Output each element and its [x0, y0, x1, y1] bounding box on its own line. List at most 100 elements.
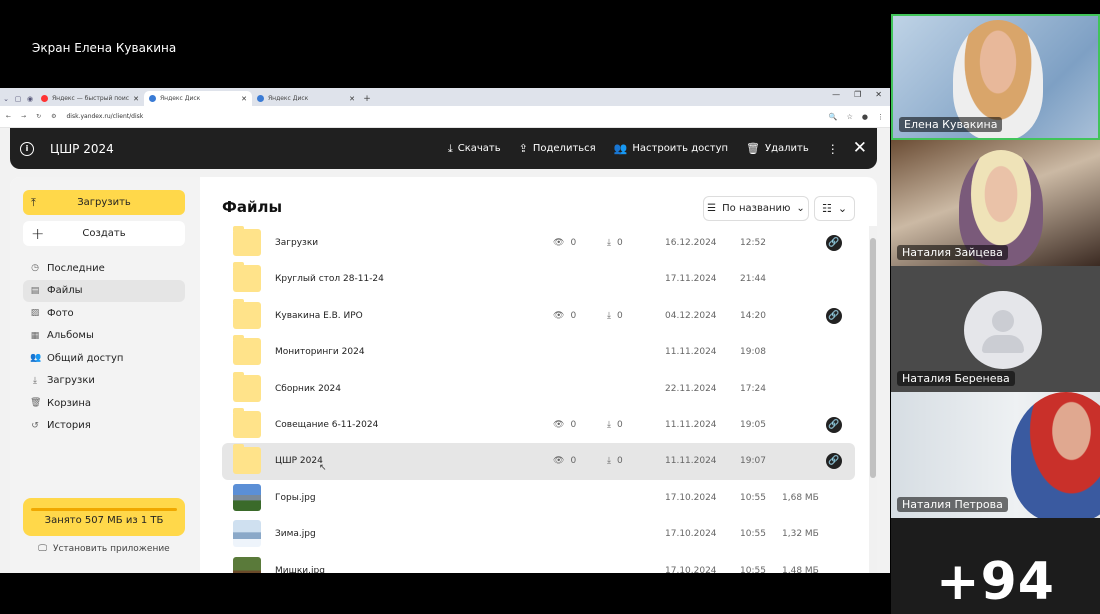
file-time: 10:55 — [740, 529, 766, 540]
more-participants-tile[interactable]: +94 — [891, 518, 1100, 614]
disk-favicon-icon — [149, 95, 156, 102]
upload-button[interactable]: ⤒ Загрузить — [23, 190, 185, 215]
file-name[interactable]: Зима.jpg — [275, 529, 316, 539]
file-name[interactable]: Совещание 6-11-2024 — [275, 420, 378, 430]
file-name[interactable]: Кувакина Е.В. ИРО — [275, 311, 363, 321]
install-app-link[interactable]: 🖵 Установить приложение — [23, 544, 185, 554]
address-bar: ← → ↻ ⚙ disk.yandex.ru/client/disk 🔍 ☆ ●… — [0, 106, 890, 128]
back-icon[interactable]: ← — [6, 113, 11, 120]
sidebar-item-shared[interactable]: 👥 Общий доступ — [23, 347, 185, 370]
tab-menu-icon[interactable]: ⌄ — [0, 92, 12, 106]
public-link-icon[interactable]: 🔗 — [826, 307, 842, 324]
close-icon[interactable]: ✕ — [853, 140, 867, 157]
albums-icon: ▦ — [30, 330, 40, 341]
file-name[interactable]: Сборник 2024 — [275, 384, 341, 394]
scrollbar[interactable] — [869, 226, 877, 573]
bookmark-star-icon[interactable]: ☆ — [847, 113, 853, 121]
sidebar-item-downloads[interactable]: ⤓ Загрузки — [23, 370, 185, 393]
download-button[interactable]: ⤓ Скачать — [448, 142, 501, 156]
file-time: 12:52 — [740, 238, 766, 248]
delete-button[interactable]: 🗑 Удалить — [746, 142, 809, 155]
mouse-cursor-icon: ↖ — [319, 463, 327, 474]
plus-icon: + — [31, 224, 45, 243]
file-name[interactable]: ЦШР 2024 — [275, 456, 323, 466]
zoom-icon[interactable]: 🔍 — [829, 113, 838, 121]
table-row[interactable]: ЦШР 2024 👁 0 ⤓ 0 11.11.2024 19:07 🔗 ↖ — [222, 443, 855, 480]
file-time: 19:05 — [740, 419, 766, 430]
table-row[interactable]: Зима.jpg 17.10.2024 10:55 1,32 МБ — [222, 516, 855, 552]
access-settings-button[interactable]: 👥 Настроить доступ — [614, 142, 728, 155]
minimize-icon[interactable]: — — [832, 90, 840, 99]
share-button[interactable]: ⇪ Поделиться — [519, 142, 596, 155]
file-time: 10:55 — [740, 492, 766, 503]
browser-tab-bar: ⌄ ▢ ◉ Яндекс — быстрый поиск в и... ✕ Ян… — [0, 88, 890, 106]
folder-icon — [233, 226, 261, 256]
pinned-tab-icon[interactable]: ◉ — [24, 92, 36, 106]
file-date: 11.11.2024 — [665, 347, 717, 358]
close-window-icon[interactable]: ✕ — [875, 90, 882, 99]
file-name[interactable]: Мишки.jpg — [275, 566, 325, 573]
download-count: ⤓ 0 — [607, 419, 623, 430]
file-name[interactable]: Круглый стол 28-11-24 — [275, 274, 384, 284]
view-mode-dropdown[interactable]: ☷ ⌄ — [814, 196, 855, 221]
table-row[interactable]: Загрузки 👁 0 ⤓ 0 16.12.2024 12:52 🔗 — [222, 225, 855, 261]
close-tab-icon[interactable]: ✕ — [241, 95, 247, 103]
participant-tile[interactable]: Наталия Беренева — [891, 266, 1100, 392]
url-field[interactable]: disk.yandex.ru/client/disk — [66, 113, 818, 120]
pinned-tab-icon[interactable]: ▢ — [12, 92, 24, 106]
storage-quota[interactable]: Занято 507 МБ из 1 ТБ — [23, 498, 185, 536]
sidebar-item-trash[interactable]: 🗑 Корзина — [23, 392, 185, 415]
view-count: 👁 0 — [553, 419, 577, 430]
sidebar-item-files[interactable]: ▤ Файлы — [23, 279, 185, 302]
file-name[interactable]: Загрузки — [275, 238, 318, 248]
reload-icon[interactable]: ↻ — [36, 113, 41, 120]
chevron-down-icon: ⌄ — [837, 202, 848, 215]
sidebar-item-photo[interactable]: ▨ Фото — [23, 302, 185, 325]
table-row[interactable]: Мониторинги 2024 11.11.2024 19:08 — [222, 334, 855, 370]
site-info-icon[interactable]: ⚙ — [51, 113, 56, 120]
download-icon: ⤓ — [607, 419, 611, 430]
sidebar-item-albums[interactable]: ▦ Альбомы — [23, 325, 185, 348]
browser-tab-active[interactable]: Яндекс Диск ✕ — [144, 91, 252, 106]
more-menu-icon[interactable]: ⋮ — [827, 142, 839, 156]
file-name[interactable]: Мониторинги 2024 — [275, 347, 365, 357]
more-participants-count: +94 — [936, 552, 1055, 612]
browser-tab[interactable]: Яндекс Диск ✕ — [252, 91, 360, 106]
scrollbar-thumb[interactable] — [870, 238, 876, 478]
sort-dropdown[interactable]: ☰ По названию ⌄ — [703, 196, 809, 221]
chevron-down-icon: ⌄ — [796, 203, 805, 214]
table-row[interactable]: Кувакина Е.В. ИРО 👁 0 ⤓ 0 04.12.2024 14:20 🔗 — [222, 298, 855, 334]
clock-icon: ◷ — [31, 263, 39, 274]
download-icon: ⤓ — [33, 375, 37, 386]
file-name[interactable]: Горы.jpg — [275, 493, 316, 503]
participant-tile[interactable]: Елена Кувакина — [891, 14, 1100, 140]
window-controls: — ❐ ✕ — [832, 90, 882, 99]
sidebar-item-history[interactable]: ↺ История — [23, 415, 185, 438]
participant-tile[interactable]: Наталия Зайцева — [891, 140, 1100, 266]
browser-menu-icon[interactable]: ⋮ — [877, 113, 884, 121]
table-row[interactable]: Круглый стол 28-11-24 17.11.2024 21:44 — [222, 261, 855, 297]
participant-tile[interactable]: Наталия Петрова — [891, 392, 1100, 518]
table-row[interactable]: Мишки.jpg 17.10.2024 10:55 1,48 МБ — [222, 553, 855, 573]
table-row[interactable]: Совещание 6-11-2024 👁 0 ⤓ 0 11.11.2024 19:05 🔗 — [222, 407, 855, 443]
file-date: 17.11.2024 — [665, 274, 717, 285]
forward-icon[interactable]: → — [21, 113, 26, 120]
close-tab-icon[interactable]: ✕ — [133, 95, 139, 103]
close-tab-icon[interactable]: ✕ — [349, 95, 355, 103]
restore-icon[interactable]: ❐ — [854, 90, 861, 99]
folder-icon — [233, 407, 261, 438]
create-button[interactable]: + Создать — [23, 221, 185, 246]
sidebar-item-recent[interactable]: ◷ Последние — [23, 257, 185, 280]
selection-toolbar: i ЦШР 2024 ⤓ Скачать ⇪ Поделиться 👥 Настрои… — [10, 128, 877, 169]
browser-tab[interactable]: Яндекс — быстрый поиск в и... ✕ — [36, 91, 144, 106]
folder-icon — [233, 371, 261, 402]
table-row[interactable]: Сборник 2024 22.11.2024 17:24 — [222, 371, 855, 407]
new-tab-icon[interactable]: + — [360, 91, 374, 106]
info-icon[interactable]: i — [20, 141, 34, 156]
public-link-icon[interactable]: 🔗 — [826, 416, 842, 433]
profile-icon[interactable]: ● — [862, 113, 868, 121]
public-link-icon[interactable]: 🔗 — [826, 453, 842, 470]
public-link-icon[interactable]: 🔗 — [826, 235, 842, 251]
trash-icon: 🗑 — [746, 142, 760, 155]
table-row[interactable]: Горы.jpg 17.10.2024 10:55 1,68 МБ — [222, 480, 855, 516]
